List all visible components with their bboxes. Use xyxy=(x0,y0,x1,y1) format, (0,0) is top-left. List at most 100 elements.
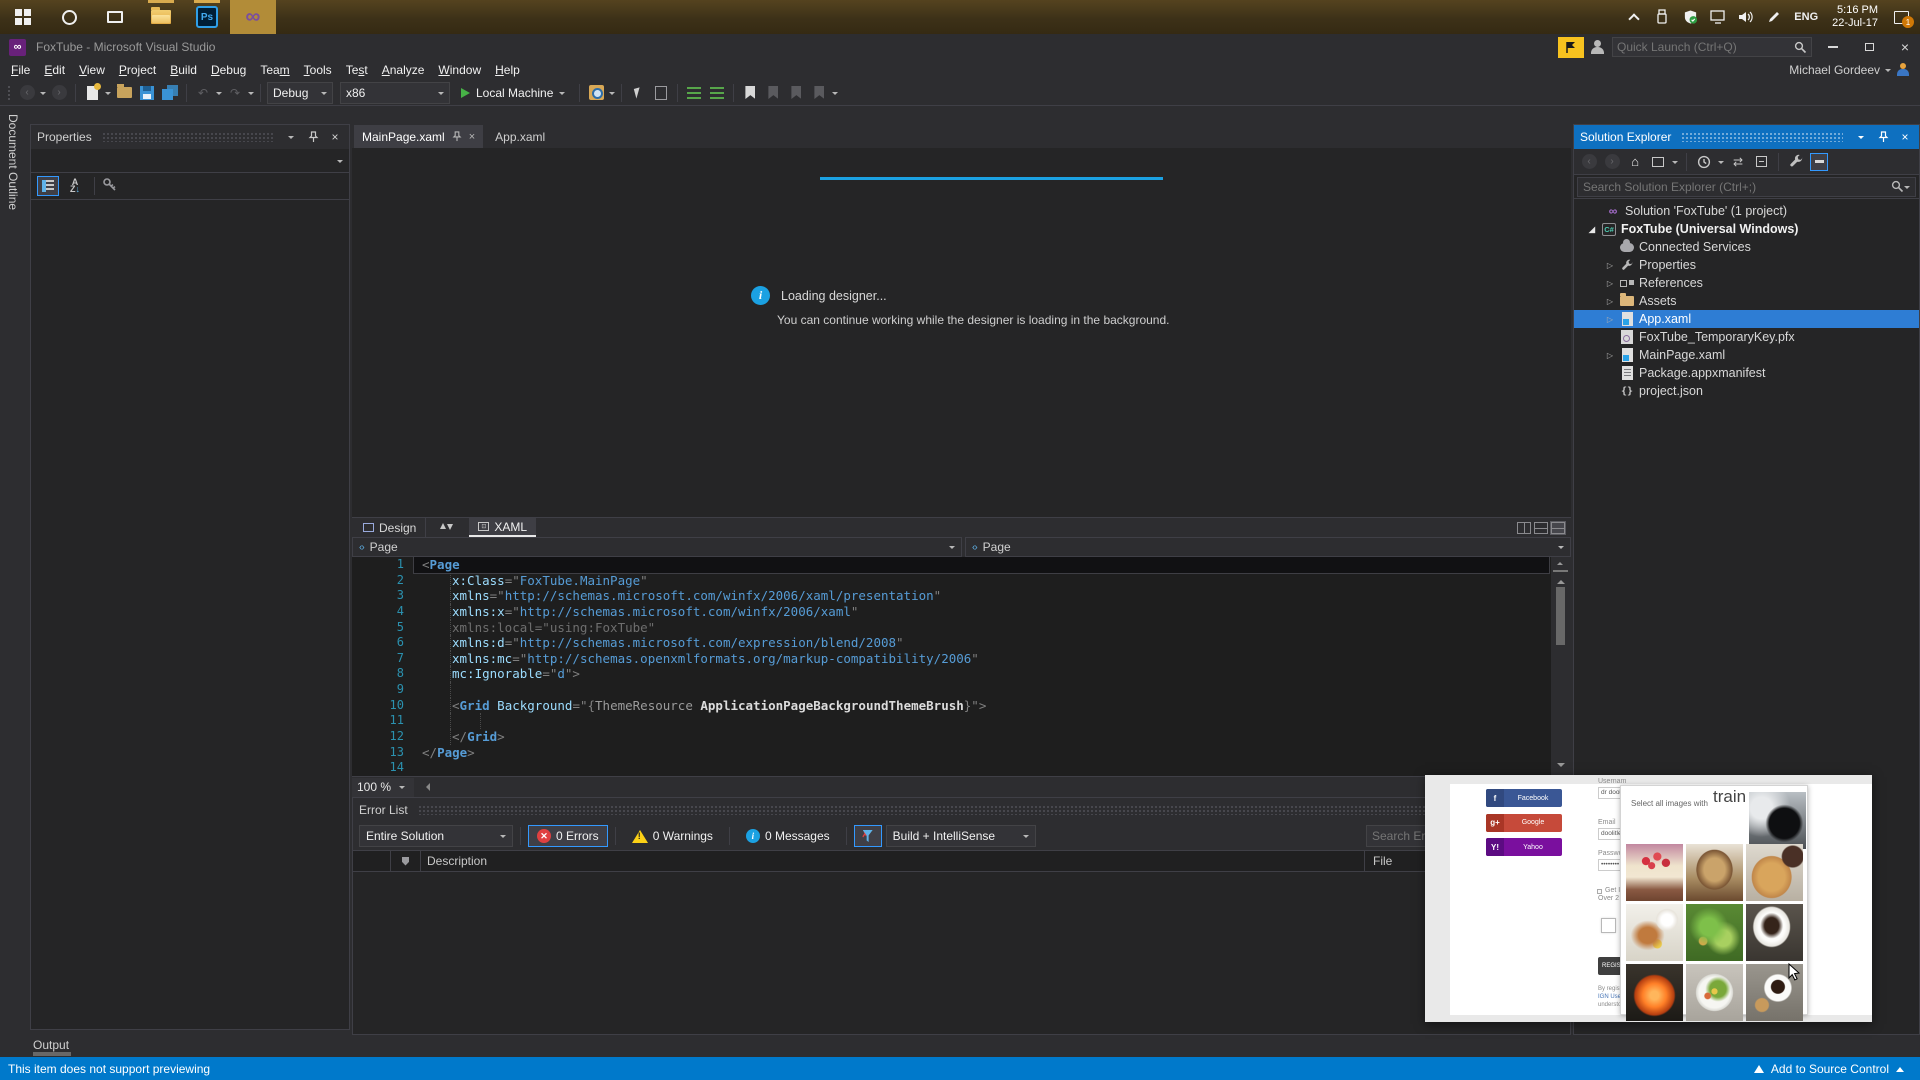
collapse-all-button[interactable] xyxy=(1752,153,1770,171)
horizontal-split-button[interactable] xyxy=(1534,521,1548,534)
zoom-level-combo[interactable]: 100 % xyxy=(352,777,414,797)
description-column-header[interactable]: Description xyxy=(421,851,1365,871)
open-file-button[interactable] xyxy=(114,83,134,103)
code-line-13[interactable]: 13 </Page> xyxy=(352,745,1571,761)
new-project-button[interactable] xyxy=(82,82,102,103)
save-button[interactable] xyxy=(137,83,157,103)
close-icon[interactable]: × xyxy=(327,130,343,144)
scrollbar-thumb[interactable] xyxy=(1556,587,1565,645)
expander-open-icon[interactable]: ◢ xyxy=(1587,225,1597,234)
menu-file[interactable]: File xyxy=(4,61,37,79)
bookmark-dropdown-icon[interactable] xyxy=(832,91,839,98)
redo-button[interactable]: ↷ xyxy=(225,83,245,103)
undo-button[interactable]: ↶ xyxy=(193,83,213,103)
tree-item-app-xaml[interactable]: ▷ App.xaml xyxy=(1574,310,1919,328)
find-dropdown-icon[interactable] xyxy=(609,91,616,98)
code-line-5[interactable]: 5 xmlns:local="using:FoxTube" xyxy=(352,619,1571,636)
volume-icon[interactable] xyxy=(1734,5,1758,29)
run-target-dropdown-icon[interactable] xyxy=(559,91,566,98)
captcha-tile-pancake[interactable] xyxy=(1746,844,1803,901)
panel-grip[interactable] xyxy=(101,132,273,142)
usb-device-icon[interactable] xyxy=(1650,5,1674,29)
tree-item-solution-foxtube-1-project[interactable]: ∞ Solution 'FoxTube' (1 project) xyxy=(1574,202,1919,220)
tab-mainpage-xaml[interactable]: MainPage.xaml × xyxy=(354,125,484,148)
scroll-up-icon[interactable] xyxy=(1557,576,1565,584)
breadcrumb-left-combo[interactable]: ‹› Page xyxy=(352,537,962,557)
expander-closed-icon[interactable]: ▷ xyxy=(1605,315,1615,324)
code-line-11[interactable]: 11 xyxy=(352,713,1571,729)
alphabetical-sort-button[interactable]: A Z↓ xyxy=(63,178,87,194)
menu-help[interactable]: Help xyxy=(488,61,527,79)
undo-dropdown-icon[interactable] xyxy=(216,91,222,98)
expander-closed-icon[interactable]: ▷ xyxy=(1605,261,1615,270)
tab-design[interactable]: Design xyxy=(354,518,427,537)
clear-bookmarks-button[interactable] xyxy=(809,83,829,103)
tree-item-foxtube-universal-windows[interactable]: ◢ C# FoxTube (Universal Windows) xyxy=(1574,220,1919,238)
security-shield-icon[interactable] xyxy=(1678,5,1702,29)
captcha-checkbox[interactable] xyxy=(1601,918,1616,933)
errors-toggle-button[interactable]: ✕ 0 Errors xyxy=(528,825,608,847)
increase-indent-button[interactable] xyxy=(707,83,727,103)
sign-in-person-icon[interactable] xyxy=(1590,39,1606,55)
tree-item-project-json[interactable]: {} project.json xyxy=(1574,382,1919,400)
tree-item-assets[interactable]: ▷ Assets xyxy=(1574,292,1919,310)
feedback-flag-button[interactable] xyxy=(1558,36,1584,58)
switch-views-button[interactable] xyxy=(1649,153,1669,171)
warnings-toggle-button[interactable]: 0 Warnings xyxy=(623,825,722,847)
error-list-body[interactable] xyxy=(353,872,1570,1032)
menu-tools[interactable]: Tools xyxy=(297,61,339,79)
facebook-login-button[interactable]: f Facebook xyxy=(1486,789,1562,807)
build-intellisense-combo[interactable]: Build + IntelliSense xyxy=(885,825,1036,847)
cortana-button[interactable] xyxy=(46,0,92,34)
code-line-2[interactable]: 2 x:Class="FoxTube.MainPage" xyxy=(352,572,1571,589)
expander-closed-icon[interactable]: ▷ xyxy=(1605,351,1615,360)
restore-button[interactable] xyxy=(1854,36,1884,58)
minimize-button[interactable] xyxy=(1818,36,1848,58)
visual-studio-button[interactable]: ∞ xyxy=(230,0,276,34)
filter-dropdown-icon[interactable] xyxy=(1718,160,1724,167)
breadcrumb-right-combo[interactable]: ‹› Page xyxy=(965,537,1571,557)
menu-analyze[interactable]: Analyze xyxy=(375,61,432,79)
pin-icon[interactable] xyxy=(452,131,462,142)
user-avatar[interactable] xyxy=(1896,63,1910,77)
menu-test[interactable]: Test xyxy=(339,61,375,79)
window-position-dropdown-icon[interactable] xyxy=(283,130,299,144)
close-icon[interactable]: × xyxy=(1897,130,1913,144)
save-all-button[interactable] xyxy=(160,83,180,103)
tab-document-outline[interactable]: Document Outline xyxy=(6,114,20,210)
navigate-back-button[interactable]: ‹ xyxy=(17,83,37,103)
clock[interactable]: 5:16 PM 22-Jul-17 xyxy=(1826,4,1884,30)
editor-vertical-scrollbar[interactable] xyxy=(1551,557,1571,776)
code-line-14[interactable]: 14 xyxy=(352,760,1571,776)
tree-item-mainpage-xaml[interactable]: ▷ MainPage.xaml xyxy=(1574,346,1919,364)
menu-window[interactable]: Window xyxy=(431,61,488,79)
panel-grip[interactable] xyxy=(417,805,1560,815)
panel-grip[interactable] xyxy=(1681,132,1843,142)
language-indicator[interactable]: ENG xyxy=(1790,11,1822,23)
sync-with-active-document-button[interactable]: ⇄ xyxy=(1729,153,1747,171)
menu-debug[interactable]: Debug xyxy=(204,61,253,79)
toggle-bookmark-button[interactable] xyxy=(740,83,760,103)
properties-object-combo[interactable] xyxy=(31,149,349,173)
categorized-view-button[interactable] xyxy=(37,176,59,196)
user-dropdown-icon[interactable] xyxy=(1885,69,1891,75)
code-line-1[interactable]: 1 <Page xyxy=(352,557,1571,574)
photoshop-button[interactable]: Ps xyxy=(184,0,230,34)
code-line-7[interactable]: 7 xmlns:mc="http://schemas.openxmlformats… xyxy=(352,650,1571,667)
preview-selected-items-button[interactable] xyxy=(1810,152,1828,171)
network-display-icon[interactable] xyxy=(1706,5,1730,29)
code-line-10[interactable]: 10 <Grid Background="{ThemeResource Appli… xyxy=(352,697,1571,714)
captcha-tile-cake[interactable] xyxy=(1626,844,1683,901)
copy-element-button[interactable] xyxy=(651,82,674,103)
add-to-source-control[interactable]: Add to Source Control xyxy=(1753,1062,1920,1076)
toolbar-grip[interactable] xyxy=(7,84,11,101)
forward-button[interactable]: › xyxy=(1603,153,1621,171)
menu-team[interactable]: Team xyxy=(253,61,296,79)
switch-views-dropdown-icon[interactable] xyxy=(1672,160,1678,167)
tab-app-xaml[interactable]: App.xaml xyxy=(487,125,553,148)
tab-output[interactable]: Output xyxy=(33,1038,69,1052)
user-name[interactable]: Michael Gordeev xyxy=(1789,63,1880,77)
vertical-split-button[interactable] xyxy=(1517,521,1531,534)
collapse-pane-button[interactable] xyxy=(1550,520,1566,535)
find-in-files-button[interactable] xyxy=(586,83,606,103)
